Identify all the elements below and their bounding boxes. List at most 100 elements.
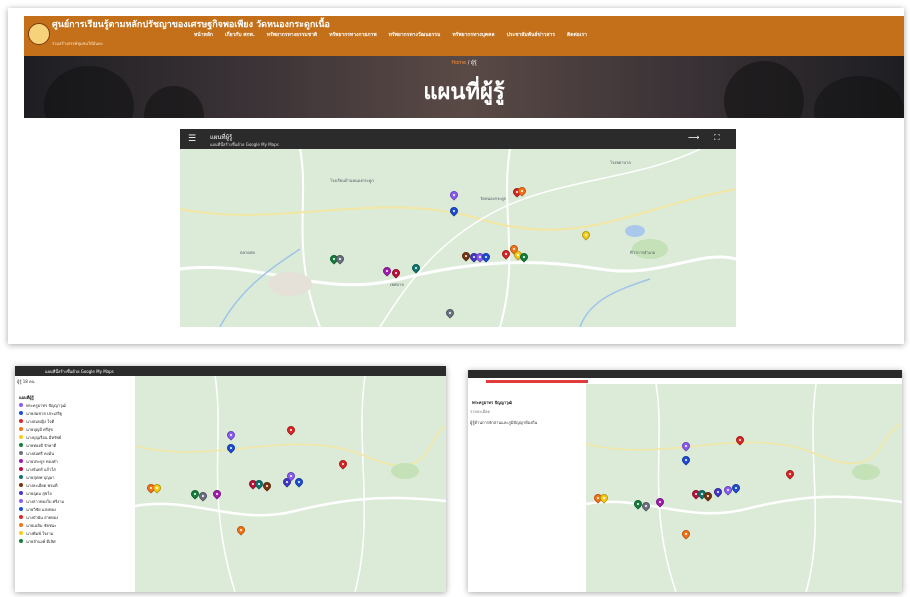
place-list-item[interactable]: นายสมชาย ประเสริฐ xyxy=(15,409,135,417)
map-toolbar: ☰ แผนที่ผู้รู้ แผนที่นี้สร้างขึ้นด้วย Go… xyxy=(180,129,736,149)
layer-title[interactable]: แผนที่ผู้รู้ xyxy=(15,393,135,401)
embedded-map[interactable]: ☰ แผนที่ผู้รู้ แผนที่นี้สร้างขึ้นด้วย Go… xyxy=(180,129,736,327)
marker-dot-icon xyxy=(19,451,23,455)
map-label: โรงเรียนบ้านหนองกระดูก xyxy=(330,178,374,183)
map-label: ที่ว่าการอำเภอ xyxy=(630,250,655,255)
map-label: โรงพยาบาล xyxy=(610,160,631,165)
map-roads xyxy=(586,384,902,592)
place-list-item[interactable]: นางบัวผัน สายทอง xyxy=(15,513,135,521)
map-subtitle: แผนที่นี้สร้างขึ้นด้วย Google My Maps xyxy=(45,369,114,374)
place-list-item[interactable]: นางบุญเรือน มีทรัพย์ xyxy=(15,433,135,441)
place-list-label: นายวิชัย แสงทอง xyxy=(26,506,56,512)
marker-dot-icon xyxy=(19,507,23,511)
place-list-label: นางละเอียด พรมดี xyxy=(26,482,58,488)
place-list-item[interactable]: พระครูอาทร ปัญญาวุฒิ xyxy=(15,401,135,409)
nav-contact[interactable]: ติดต่อเรา xyxy=(567,31,587,39)
share-icon[interactable]: ⟶ xyxy=(688,133,699,142)
place-list-item[interactable]: นายอุดม สุขใจ xyxy=(15,489,135,497)
nav-news[interactable]: ประชาสัมพันธ์ข่าวสาร xyxy=(507,31,555,39)
nav-natural[interactable]: ทรัพยากรทางธรรมชาติ xyxy=(267,31,317,39)
place-list-item[interactable]: นายเฉลิม ชัยชนะ xyxy=(15,521,135,529)
place-list-item[interactable]: นางจันทร์ แก้วใส xyxy=(15,465,135,473)
place-list-item[interactable]: นางสมหญิง ใจดี xyxy=(15,417,135,425)
fullscreen-icon[interactable]: ⛶ xyxy=(714,133,720,143)
marker-dot-icon xyxy=(19,483,23,487)
page-title: แผนที่ผู้รู้ xyxy=(423,80,505,105)
map-subtitle: แผนที่นี้สร้างขึ้นด้วย Google My Maps xyxy=(210,142,279,147)
place-list-label: นายเฉลิม ชัยชนะ xyxy=(26,522,57,528)
detail-title: พระครูอาทร ปัญญาวุฒิ xyxy=(472,399,513,405)
marker-dot-icon xyxy=(19,435,23,439)
site-logo[interactable] xyxy=(28,23,50,45)
place-list-label: นางสมหญิง ใจดี xyxy=(26,418,55,424)
left-screenshot: แผนที่นี้สร้างขึ้นด้วย Google My Maps ผู… xyxy=(15,366,446,592)
menu-icon[interactable]: ☰ xyxy=(188,134,196,144)
place-list-item[interactable]: นางสาวทองใบ ศรีงาม xyxy=(15,497,135,505)
place-list-label: นายสุเทพ บุญมา xyxy=(26,474,55,480)
place-list-label: นายประยูร ทองคำ xyxy=(26,458,58,464)
breadcrumb-home[interactable]: Home xyxy=(451,60,466,66)
site-subtitle: ร่วมสร้างสรรค์ชุมชนให้มั่นคง xyxy=(52,41,103,46)
top-screenshot: ศูนย์การเรียนรู้ตามหลักปรัชญาของเศรษฐกิจ… xyxy=(8,8,904,344)
map-roads xyxy=(180,149,736,327)
map-canvas[interactable]: โรงเรียนบ้านหนองกระดูก วัดหนองกระดูก โรง… xyxy=(180,149,736,327)
place-list-item[interactable]: นางละเอียด พรมดี xyxy=(15,481,135,489)
marker-dot-icon xyxy=(19,475,23,479)
detail-label: รายละเอียด xyxy=(470,409,491,414)
nav-physical[interactable]: ทรัพยากรทางกายภาพ xyxy=(329,31,376,39)
place-list-label: นางสาวทองใบ ศรีงาม xyxy=(26,498,65,504)
place-list-label: พระครูอาทร ปัญญาวุฒิ xyxy=(26,402,66,408)
map-label: ตลาดสด xyxy=(240,250,255,255)
nav-home[interactable]: หน้าหลัก xyxy=(194,31,213,39)
marker-dot-icon xyxy=(19,531,23,535)
place-list-label: นายบุญมี ศรีสุข xyxy=(26,426,54,432)
marker-dot-icon xyxy=(19,419,23,423)
marker-dot-icon xyxy=(19,403,23,407)
marker-dot-icon xyxy=(19,499,23,503)
place-list-label: นางบัวผัน สายทอง xyxy=(26,514,59,520)
place-list-label: นางจันทร์ แก้วใส xyxy=(26,466,56,472)
map-canvas[interactable] xyxy=(586,384,902,592)
nav-culture[interactable]: ทรัพยากรทางวัฒนธรรม xyxy=(389,31,441,39)
place-list-label: นางพิมพ์ ใจงาม xyxy=(26,530,54,536)
marker-dot-icon xyxy=(19,539,23,543)
selection-highlight xyxy=(486,380,588,383)
marker-dot-icon xyxy=(19,515,23,519)
marker-dot-icon xyxy=(19,427,23,431)
breadcrumb-current: ผู้รู้ xyxy=(471,60,477,66)
hero-banner: Home / ผู้รู้ แผนที่ผู้รู้ xyxy=(24,56,904,118)
map-toolbar xyxy=(468,370,902,378)
map-label: เทศบาล xyxy=(390,282,404,287)
place-list-item[interactable]: นางสมศรี คงมั่น xyxy=(15,449,135,457)
place-list-item[interactable]: นายสุเทพ บุญมา xyxy=(15,473,135,481)
place-list-item[interactable]: นายบุญมี ศรีสุข xyxy=(15,425,135,433)
site-header: ศูนย์การเรียนรู้ตามหลักปรัชญาของเศรษฐกิจ… xyxy=(24,16,904,56)
map-canvas[interactable] xyxy=(135,376,446,592)
place-list-label: นายทองดี รักษาดี xyxy=(26,442,57,448)
sidebar-info: ผู้รู้ 18 คน xyxy=(17,379,35,384)
place-list-label: นางสมศรี คงมั่น xyxy=(26,450,54,456)
breadcrumb: Home / ผู้รู้ xyxy=(24,59,904,67)
place-list-item[interactable]: นางพิมพ์ ใจงาม xyxy=(15,529,135,537)
marker-dot-icon xyxy=(19,459,23,463)
place-list-item[interactable]: นายวิชัย แสงทอง xyxy=(15,505,135,513)
marker-dot-icon xyxy=(19,523,23,527)
map-sidebar: ผู้รู้ 18 คน แผนที่ผู้รู้ พระครูอาทร ปัญ… xyxy=(15,376,135,592)
marker-dot-icon xyxy=(19,491,23,495)
marker-dot-icon xyxy=(19,411,23,415)
place-list-label: นายจำนงค์ ดีเลิศ xyxy=(26,538,56,544)
place-list-item[interactable]: นายประยูร ทองคำ xyxy=(15,457,135,465)
nav-about[interactable]: เกี่ยวกับ ศกพ. xyxy=(225,31,255,39)
marker-dot-icon xyxy=(19,467,23,471)
breadcrumb-separator: / xyxy=(467,60,470,66)
place-list-item[interactable]: นายทองดี รักษาดี xyxy=(15,441,135,449)
place-list: พระครูอาทร ปัญญาวุฒินายสมชาย ประเสริฐนาง… xyxy=(15,401,135,545)
nav-people[interactable]: ทรัพยากรทางบุคคล xyxy=(452,31,494,39)
main-nav: หน้าหลัก เกี่ยวกับ ศกพ. ทรัพยากรทางธรรมช… xyxy=(194,31,587,39)
site-name[interactable]: ศูนย์การเรียนรู้ตามหลักปรัชญาของเศรษฐกิจ… xyxy=(52,20,330,30)
place-list-label: นายสมชาย ประเสริฐ xyxy=(26,410,62,416)
place-list-item[interactable]: นายจำนงค์ ดีเลิศ xyxy=(15,537,135,545)
detail-text: ผู้รู้ด้านการจักสานและภูมิปัญญาท้องถิ่น xyxy=(470,420,538,425)
place-list-label: นายอุดม สุขใจ xyxy=(26,490,52,496)
right-screenshot: พระครูอาทร ปัญญาวุฒิ รายละเอียด ผู้รู้ด้… xyxy=(468,370,902,592)
